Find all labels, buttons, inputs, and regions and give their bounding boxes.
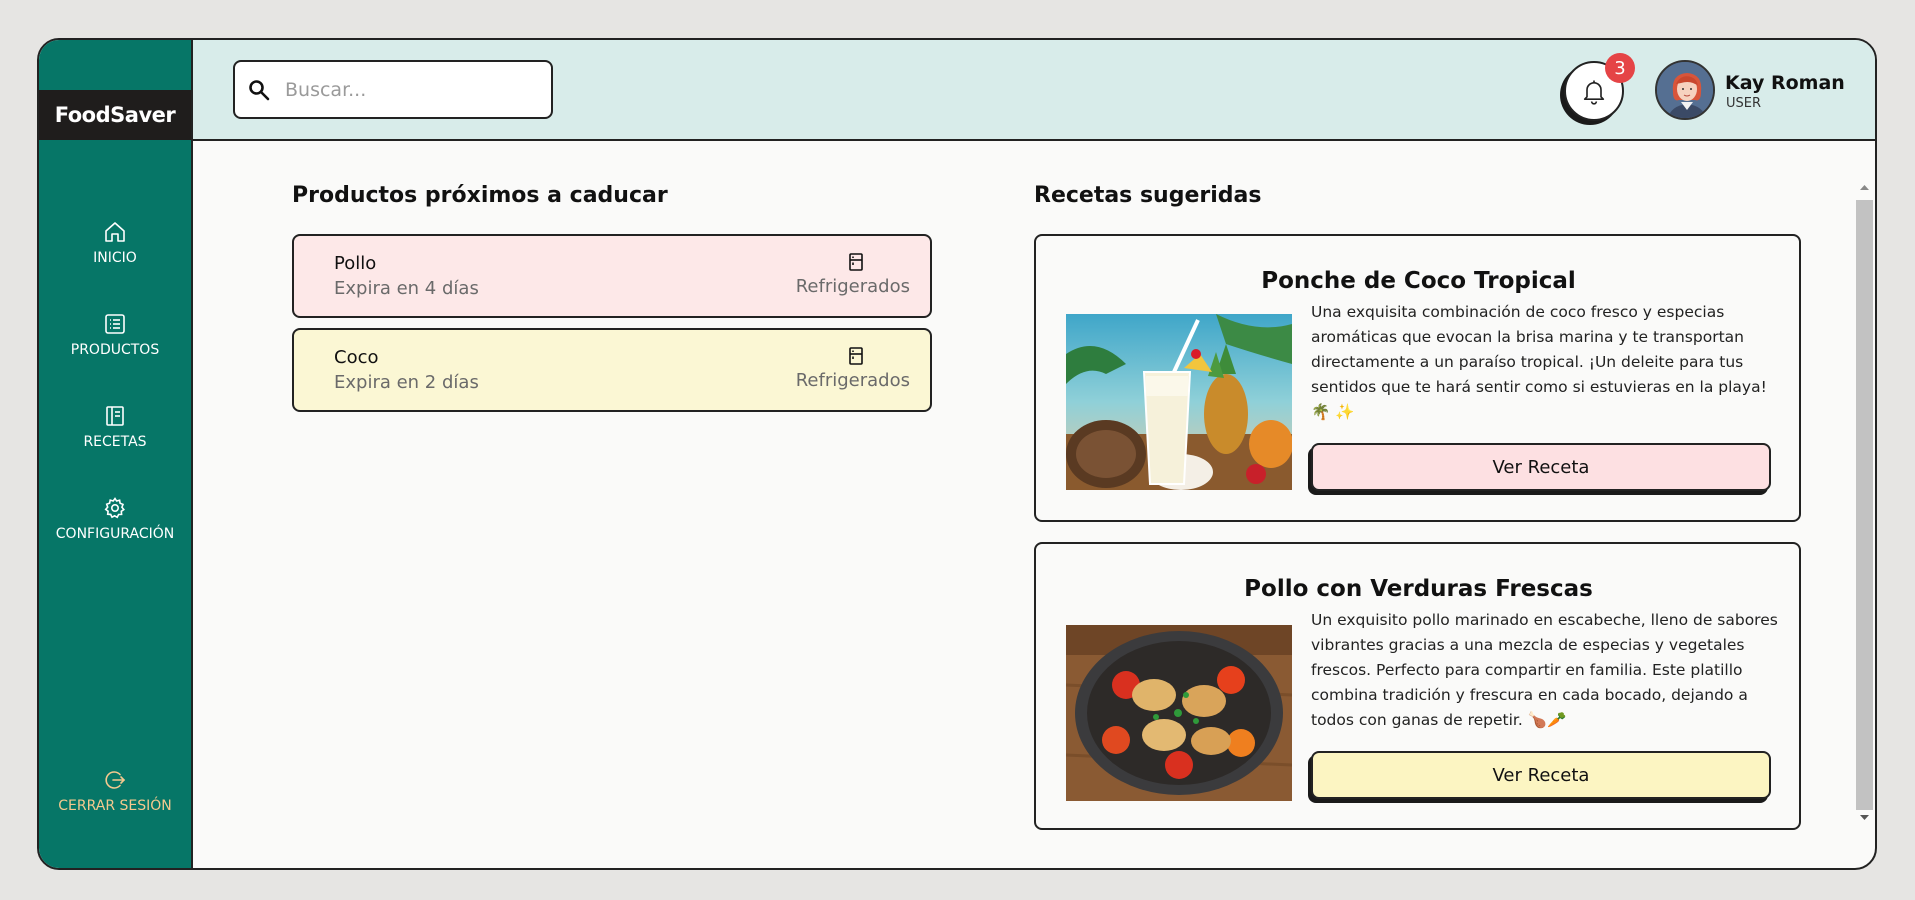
sidebar-item-label: RECETAS (83, 434, 147, 450)
logout-label: CERRAR SESIÓN (58, 798, 172, 814)
product-expiry: Expira en 2 días (334, 372, 479, 393)
gear-icon (104, 497, 125, 519)
product-category: Refrigerados (795, 370, 910, 391)
sidebar-item-label: CONFIGURACIÓN (55, 526, 175, 542)
avatar[interactable] (1655, 60, 1715, 120)
view-recipe-button[interactable]: Ver Receta (1311, 751, 1771, 799)
search-icon (249, 79, 270, 100)
sidebar-item-recetas[interactable]: RECETAS (39, 404, 191, 450)
expiring-title: Productos próximos a caducar (292, 183, 668, 208)
product-name: Pollo (334, 253, 377, 274)
logout-icon (105, 771, 126, 789)
recipe-image (1066, 314, 1292, 490)
sidebar-item-label: INICIO (93, 250, 137, 266)
recipe-card: Ponche de Coco Tropical Una exquisita co… (1034, 234, 1801, 522)
book-icon (106, 406, 124, 426)
app-logo[interactable]: FoodSaver (39, 90, 191, 140)
app-window: FoodSaver INICIO PRODUCTOS RECETAS CONFI… (37, 38, 1877, 870)
sidebar-item-label: PRODUCTOS (70, 342, 160, 358)
recipe-title: Pollo con Verduras Frescas (1244, 576, 1593, 602)
fridge-icon (849, 253, 863, 271)
search-box[interactable] (233, 60, 553, 119)
fridge-icon (849, 347, 863, 365)
top-bar: 3 Kay Roman USER (193, 40, 1875, 141)
recipe-description: Un exquisito pollo marinado en escabeche… (1311, 611, 1778, 729)
product-category: Refrigerados (795, 276, 910, 297)
sidebar-item-inicio[interactable]: INICIO (39, 220, 191, 266)
user-name: Kay Roman (1725, 72, 1845, 94)
recipe-title: Ponche de Coco Tropical (1261, 268, 1576, 294)
view-recipe-button[interactable]: Ver Receta (1311, 443, 1771, 491)
avatar-image (1657, 62, 1713, 118)
recipe-image (1066, 625, 1292, 801)
recipe-description: Una exquisita combinación de coco fresco… (1311, 303, 1767, 421)
product-name: Coco (334, 347, 379, 368)
bell-icon (1583, 80, 1605, 105)
search-input[interactable] (285, 78, 525, 101)
logout-button[interactable]: CERRAR SESIÓN (39, 768, 191, 814)
recipe-card: Pollo con Verduras Frescas Un exquisito … (1034, 542, 1801, 830)
home-icon (105, 222, 125, 242)
product-card[interactable]: Coco Expira en 2 días Refrigerados (292, 328, 932, 412)
product-card[interactable]: Pollo Expira en 4 días Refrigerados (292, 234, 932, 318)
scrollbar-thumb[interactable] (1856, 200, 1873, 810)
product-expiry: Expira en 4 días (334, 278, 479, 299)
sidebar-item-configuracion[interactable]: CONFIGURACIÓN (39, 496, 191, 542)
sidebar: FoodSaver INICIO PRODUCTOS RECETAS CONFI… (39, 40, 193, 868)
notification-badge: 3 (1605, 53, 1635, 83)
user-role: USER (1726, 96, 1762, 111)
sidebar-item-productos[interactable]: PRODUCTOS (39, 312, 191, 358)
recipes-title: Recetas sugeridas (1034, 183, 1262, 208)
list-icon (105, 314, 125, 334)
